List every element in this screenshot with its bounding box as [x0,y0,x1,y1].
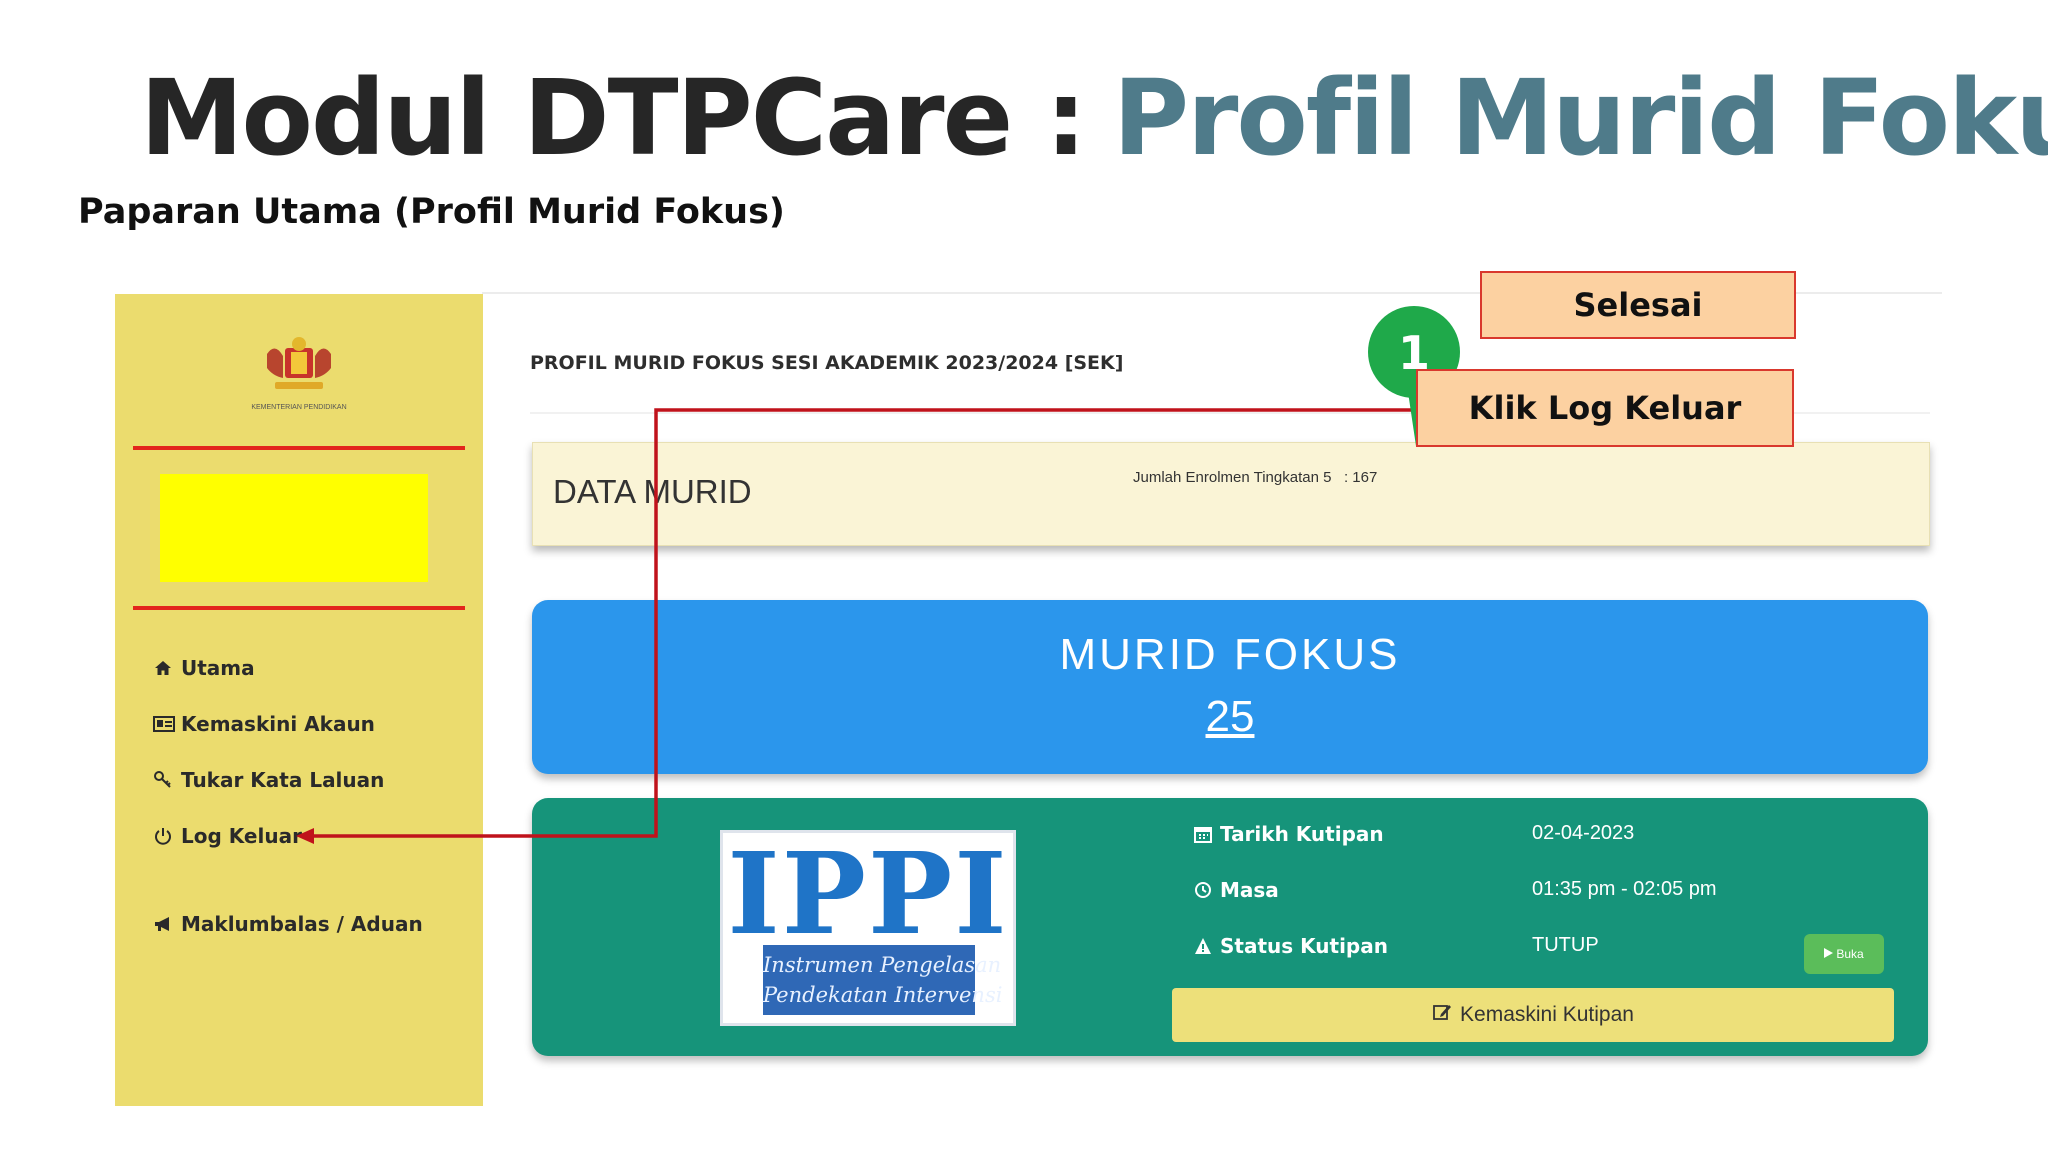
callout-klik-log-keluar: Klik Log Keluar [1416,369,1794,447]
key-icon [153,770,175,790]
enrolment-label: Jumlah Enrolmen Tingkatan 5 [1133,469,1332,486]
sidebar-item-label: Maklumbalas / Aduan [181,912,423,936]
sidebar-item-label: Tukar Kata Laluan [181,768,385,792]
status-kutipan-text: Status Kutipan [1220,934,1388,958]
slide-title-topic: Profil Murid Fokus [1112,57,2048,179]
tarikh-kutipan-text: Tarikh Kutipan [1220,822,1384,846]
slide-title-module: Modul DTPCare : [140,57,1087,179]
kemaskini-kutipan-label: Kemaskini Kutipan [1460,1003,1634,1026]
play-icon [1824,947,1834,961]
ippi-logo-subtitle-box: Instrumen Pengelasan Pendekatan Interven… [763,945,1003,1015]
sidebar-item-maklumbalas[interactable]: Maklumbalas / Aduan [153,912,423,936]
buka-button[interactable]: Buka [1804,934,1884,974]
ippi-logo-subtitle-line2: Pendekatan Intervensi [763,983,1003,1007]
power-icon [153,826,175,846]
enrolment-value: : 167 [1343,469,1378,486]
slide-subtitle: Paparan Utama (Profil Murid Fokus) [78,192,785,232]
sidebar-item-label: Kemaskini Akaun [181,712,375,736]
warning-icon [1194,936,1214,956]
data-murid-card: DATA MURID Jumlah Enrolmen Tingkatan 5 :… [532,442,1930,546]
slide-title: Modul DTPCare : Profil Murid Fokus [140,48,2048,188]
callout-selesai: Selesai [1480,271,1796,339]
sidebar-item-log-keluar[interactable]: Log Keluar [153,824,302,848]
clock-icon [1194,880,1214,900]
sidebar-item-tukar-kata-laluan[interactable]: Tukar Kata Laluan [153,768,384,792]
sidebar-item-label: Log Keluar [181,824,302,848]
tarikh-kutipan-label: Tarikh Kutipan [1194,822,1384,846]
ippi-card: IPPI Instrumen Pengelasan Pendekatan Int… [532,798,1928,1056]
ippi-logo-word: IPPI [727,829,1009,960]
id-card-icon [153,714,175,734]
kemaskini-kutipan-button[interactable]: Kemaskini Kutipan [1172,988,1894,1042]
status-kutipan-label: Status Kutipan [1194,934,1388,958]
masa-label: Masa [1194,878,1279,902]
murid-fokus-label: MURID FOKUS [1059,630,1401,679]
sidebar-divider-top [133,446,465,450]
buka-button-label: Buka [1836,947,1864,961]
sidebar-divider-bottom [133,606,465,610]
ministry-crest-icon [267,337,331,389]
masa-value: 01:35 pm - 02:05 pm [1532,878,1717,900]
sidebar-item-kemaskini-akaun[interactable]: Kemaskini Akaun [153,712,375,736]
edit-icon [1432,1002,1452,1028]
masa-text: Masa [1220,878,1279,902]
page-title: PROFIL MURID FOKUS SESI AKADEMIK 2023/20… [530,352,1124,374]
sidebar-item-label: Utama [181,656,255,680]
home-icon [153,658,175,678]
murid-fokus-card: MURID FOKUS 25 [532,600,1928,774]
data-murid-title: DATA MURID [553,473,752,510]
ministry-caption: KEMENTERIAN PENDIDIKAN [251,404,347,411]
sidebar: KEMENTERIAN PENDIDIKAN Utama Kemaskini A… [115,294,483,1106]
murid-fokus-count-link[interactable]: 25 [532,692,1928,742]
profile-redaction-box [160,474,428,582]
sidebar-item-utama[interactable]: Utama [153,656,255,680]
megaphone-icon [153,914,175,934]
enrolment-info: Jumlah Enrolmen Tingkatan 5 : 167 [1133,469,1377,486]
calendar-icon [1194,824,1214,844]
tarikh-kutipan-value: 02-04-2023 [1532,822,1635,844]
ippi-logo: IPPI Instrumen Pengelasan Pendekatan Int… [720,830,1016,1026]
slide-root: Modul DTPCare : Profil Murid Fokus Papara… [0,0,2048,1152]
ippi-logo-subtitle-line1: Instrumen Pengelasan [763,953,1002,977]
status-kutipan-value: TUTUP [1532,934,1599,956]
